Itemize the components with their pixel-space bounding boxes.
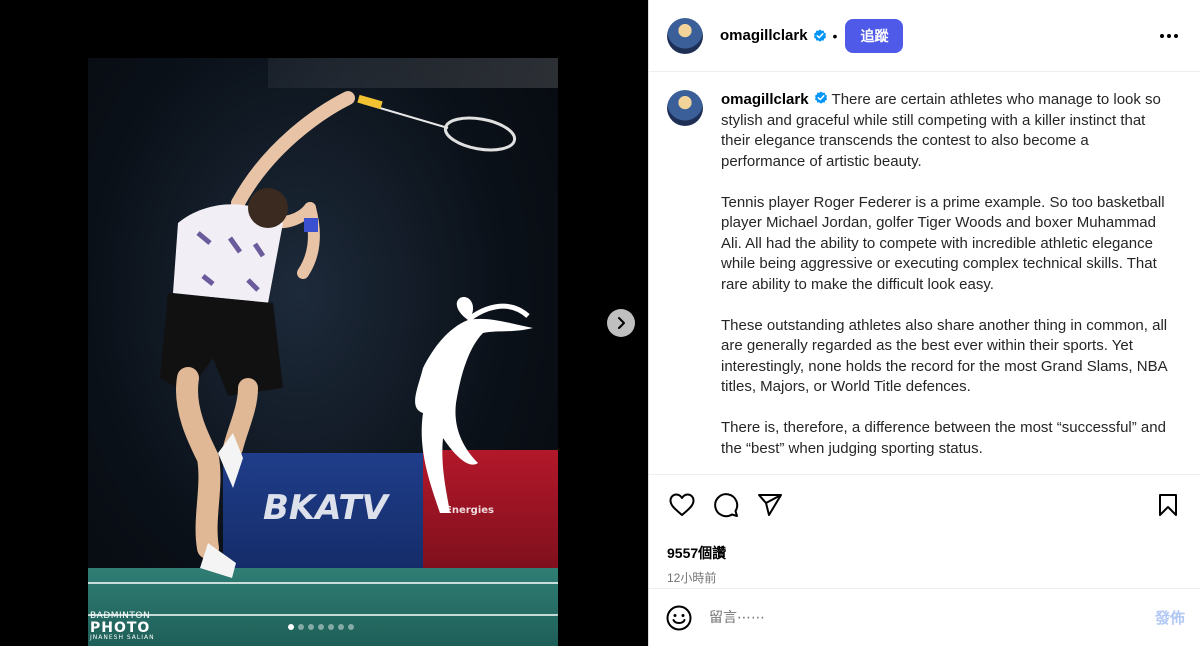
heart-icon bbox=[669, 493, 695, 516]
chevron-right-icon bbox=[618, 317, 625, 329]
avatar[interactable] bbox=[667, 17, 703, 54]
post-panel: omagillclark • 追蹤 omagillclark There are… bbox=[648, 0, 1200, 646]
caption-avatar[interactable] bbox=[667, 90, 703, 126]
comment-button[interactable] bbox=[711, 490, 741, 520]
caption-text: omagillclark There are certain athletes … bbox=[721, 90, 1171, 474]
verified-badge-icon bbox=[814, 91, 828, 105]
caption-area: omagillclark There are certain athletes … bbox=[649, 72, 1200, 474]
slide-dot bbox=[288, 624, 294, 630]
bookmark-icon bbox=[1159, 494, 1177, 516]
likes-count[interactable]: 9557個讚 bbox=[667, 543, 1183, 563]
photo-watermark: BADMINTON PHOTO JNANESH SALIAN bbox=[90, 612, 155, 641]
verified-badge-icon bbox=[813, 29, 827, 43]
slide-dot bbox=[328, 624, 334, 630]
comment-input[interactable] bbox=[709, 609, 1155, 626]
save-button[interactable] bbox=[1153, 490, 1183, 520]
more-icon bbox=[1160, 34, 1178, 38]
share-button[interactable] bbox=[755, 490, 785, 520]
post-actions: 9557個讚 12小時前 bbox=[649, 474, 1200, 588]
header-separator: • bbox=[832, 27, 838, 44]
more-options-button[interactable] bbox=[1157, 24, 1181, 48]
slide-dot bbox=[308, 624, 314, 630]
comment-bar: 發佈 bbox=[649, 588, 1200, 646]
watermark-line3: JNANESH SALIAN bbox=[90, 634, 155, 641]
share-icon bbox=[758, 494, 782, 516]
header-username[interactable]: omagillclark bbox=[720, 27, 808, 44]
post-comment-button[interactable]: 發佈 bbox=[1155, 607, 1185, 628]
next-slide-button[interactable] bbox=[607, 309, 635, 337]
post-header: omagillclark • 追蹤 bbox=[649, 0, 1200, 72]
action-icons bbox=[667, 489, 1183, 521]
caption-paragraph: These outstanding athletes also share an… bbox=[721, 316, 1168, 396]
follow-button[interactable]: 追蹤 bbox=[845, 18, 904, 53]
watermark-line2: PHOTO bbox=[90, 620, 151, 636]
athlete-figure bbox=[160, 91, 533, 578]
emoji-button[interactable] bbox=[665, 604, 693, 632]
slide-dot bbox=[338, 624, 344, 630]
caption-paragraph: There is, therefore, a difference betwee… bbox=[721, 419, 1166, 457]
post-photo[interactable]: BKATV Energies bbox=[88, 58, 558, 646]
media-viewer: BKATV Energies BADMINTON PHOTO JNANESH S… bbox=[0, 0, 648, 646]
slide-dot bbox=[318, 624, 324, 630]
post-time[interactable]: 12小時前 bbox=[667, 569, 1183, 586]
slide-indicator bbox=[288, 624, 354, 630]
comment-icon bbox=[714, 493, 739, 518]
like-button[interactable] bbox=[667, 490, 697, 520]
slide-dot bbox=[298, 624, 304, 630]
slide-dot bbox=[348, 624, 354, 630]
caption-username[interactable]: omagillclark bbox=[721, 91, 809, 108]
caption-paragraph: Tennis player Roger Federer is a prime e… bbox=[721, 193, 1165, 293]
caption-row: omagillclark There are certain athletes … bbox=[667, 90, 1171, 474]
emoji-icon bbox=[666, 605, 692, 630]
